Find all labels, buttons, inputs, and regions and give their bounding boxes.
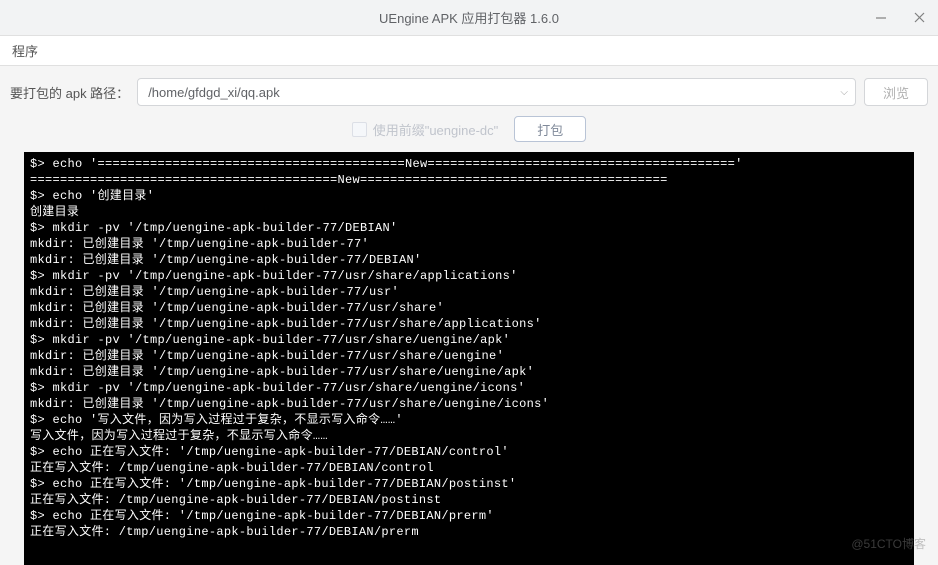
terminal-line: mkdir: 已创建目录 '/tmp/uengine-apk-builder-7… [30, 300, 908, 316]
terminal-line: $> echo '创建目录' [30, 188, 908, 204]
terminal-line: $> mkdir -pv '/tmp/uengine-apk-builder-7… [30, 220, 908, 236]
terminal-output[interactable]: $> echo '===============================… [24, 152, 914, 565]
terminal-line: ========================================… [30, 172, 908, 188]
terminal-line: mkdir: 已创建目录 '/tmp/uengine-apk-builder-7… [30, 316, 908, 332]
terminal-line: $> echo 正在写入文件: '/tmp/uengine-apk-builde… [30, 508, 908, 524]
close-icon [914, 12, 925, 23]
titlebar: UEngine APK 应用打包器 1.6.0 [0, 0, 938, 36]
terminal-line: $> mkdir -pv '/tmp/uengine-apk-builder-7… [30, 380, 908, 396]
terminal-line: 正在写入文件: /tmp/uengine-apk-builder-77/DEBI… [30, 460, 908, 476]
minimize-button[interactable] [862, 0, 900, 36]
terminal-line: $> echo 正在写入文件: '/tmp/uengine-apk-builde… [30, 444, 908, 460]
terminal-line: $> echo '===============================… [30, 156, 908, 172]
watermark: @51CTO博客 [851, 535, 926, 552]
apk-path-row: 要打包的 apk 路径： ⌵ 浏览 [0, 66, 938, 110]
terminal-line: $> echo '写入文件，因为写入过程过于复杂，不显示写入命令……' [30, 412, 908, 428]
terminal-line: 创建目录 [30, 204, 908, 220]
terminal-line: mkdir: 已创建目录 '/tmp/uengine-apk-builder-7… [30, 348, 908, 364]
terminal-line: 正在写入文件: /tmp/uengine-apk-builder-77/DEBI… [30, 492, 908, 508]
prefix-checkbox-wrap[interactable]: 使用前缀"uengine-dc" [352, 120, 499, 139]
close-button[interactable] [900, 0, 938, 36]
terminal-line: mkdir: 已创建目录 '/tmp/uengine-apk-builder-7… [30, 284, 908, 300]
menu-bar: 程序 [0, 36, 938, 66]
apk-path-label: 要打包的 apk 路径： [10, 83, 129, 102]
terminal-line: mkdir: 已创建目录 '/tmp/uengine-apk-builder-7… [30, 396, 908, 412]
terminal-line: 正在写入文件: /tmp/uengine-apk-builder-77/DEBI… [30, 524, 908, 540]
terminal-line: $> mkdir -pv '/tmp/uengine-apk-builder-7… [30, 268, 908, 284]
options-row: 使用前缀"uengine-dc" 打包 [0, 110, 938, 152]
terminal-line: mkdir: 已创建目录 '/tmp/uengine-apk-builder-7… [30, 236, 908, 252]
menu-program[interactable]: 程序 [6, 39, 44, 62]
terminal-line: mkdir: 已创建目录 '/tmp/uengine-apk-builder-7… [30, 364, 908, 380]
browse-button[interactable]: 浏览 [864, 78, 928, 106]
apk-path-input[interactable] [137, 78, 856, 106]
prefix-checkbox-label: 使用前缀"uengine-dc" [373, 120, 499, 139]
terminal-line: 写入文件，因为写入过程过于复杂，不显示写入命令…… [30, 428, 908, 444]
terminal-line: $> mkdir -pv '/tmp/uengine-apk-builder-7… [30, 332, 908, 348]
minimize-icon [875, 12, 887, 24]
window-title: UEngine APK 应用打包器 1.6.0 [379, 8, 559, 27]
terminal-line: mkdir: 已创建目录 '/tmp/uengine-apk-builder-7… [30, 252, 908, 268]
apk-path-combobox[interactable]: ⌵ [137, 78, 856, 106]
pack-button[interactable]: 打包 [514, 116, 586, 142]
terminal-line: $> echo 正在写入文件: '/tmp/uengine-apk-builde… [30, 476, 908, 492]
checkbox-icon [352, 122, 367, 137]
window-controls [862, 0, 938, 35]
